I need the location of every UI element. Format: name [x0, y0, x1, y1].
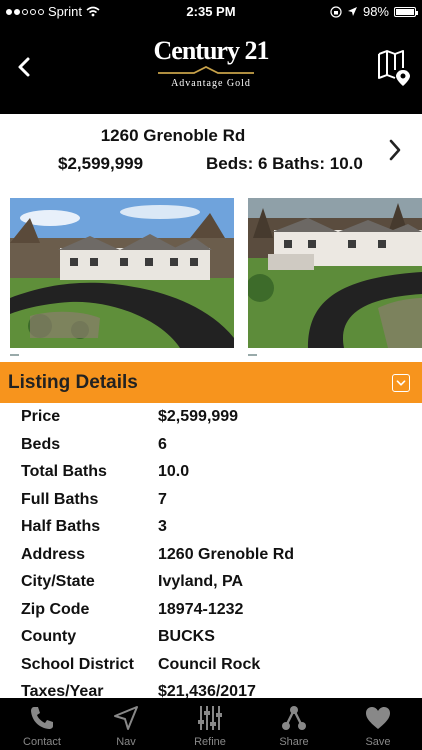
detail-label: Price — [21, 408, 61, 425]
back-chevron-icon[interactable] — [12, 50, 36, 84]
photo-2-indicator — [248, 354, 257, 356]
photo-carousel[interactable] — [0, 194, 422, 360]
next-chevron-icon[interactable] — [386, 136, 404, 164]
detail-value: BUCKS — [158, 628, 215, 645]
tab-share[interactable]: Share — [252, 698, 336, 750]
detail-row-zip: Zip Code 18974-1232 — [0, 596, 422, 623]
photo-1-indicator — [10, 354, 19, 356]
logo-subtitle: Advantage Gold — [171, 78, 251, 89]
sliders-icon — [198, 706, 222, 730]
detail-row-half-baths: Half Baths 3 — [0, 513, 422, 540]
detail-label: Zip Code — [21, 600, 90, 618]
detail-row-school-district: School District Council Rock — [0, 651, 422, 678]
detail-value: 10.0 — [158, 463, 190, 480]
tab-label: Save — [365, 736, 391, 748]
detail-label: Beds — [21, 435, 61, 453]
detail-value: $21,436/2017 — [158, 683, 256, 698]
detail-label: Taxes/Year — [21, 683, 104, 698]
tab-label: Nav — [116, 736, 136, 748]
detail-value: 6 — [158, 435, 167, 453]
listing-details-header[interactable]: Listing Details — [0, 362, 422, 403]
tab-refine[interactable]: Refine — [168, 698, 252, 750]
heart-icon — [366, 707, 390, 729]
detail-label: Total Baths — [21, 463, 107, 480]
status-right: 98% — [330, 4, 418, 19]
detail-value: 1260 Grenoble Rd — [158, 545, 295, 563]
tab-bar: Contact Nav Refine Share Save — [0, 698, 422, 750]
listing-header[interactable]: 1260 Grenoble Rd $2,599,999 Beds: 6 Bath… — [0, 114, 422, 194]
section-title: Listing Details — [8, 372, 138, 393]
detail-label: Address — [21, 545, 86, 563]
map-pin-icon[interactable] — [376, 48, 412, 88]
detail-label: County — [21, 628, 77, 645]
logo-brand: Century 21 — [153, 36, 270, 65]
nav-bar: Century 21 Advantage Gold — [0, 22, 422, 114]
detail-value: $2,599,999 — [158, 408, 239, 425]
listing-price: $2,599,999 — [58, 154, 144, 173]
tab-nav[interactable]: Nav — [84, 698, 168, 750]
listing-beds-baths: Beds: 6 Baths: 10.0 — [206, 154, 363, 173]
tab-contact[interactable]: Contact — [0, 698, 84, 750]
listing-photo-2[interactable] — [248, 198, 422, 348]
detail-label: School District — [21, 655, 134, 673]
detail-value: 18974-1232 — [158, 600, 244, 618]
detail-value: 3 — [158, 518, 167, 535]
listing-details-list: Price $2,599,999 Beds 6 Total Baths 10.0… — [0, 403, 422, 698]
detail-row-total-baths: Total Baths 10.0 — [0, 458, 422, 485]
detail-label: City/State — [21, 573, 95, 590]
detail-row-address: Address 1260 Grenoble Rd — [0, 541, 422, 568]
detail-row-full-baths: Full Baths 7 — [0, 486, 422, 513]
rotation-lock-icon — [330, 5, 342, 18]
detail-value: 7 — [158, 490, 167, 508]
detail-row-taxes: Taxes/Year $21,436/2017 — [0, 678, 422, 698]
tab-label: Share — [279, 736, 309, 748]
tab-save[interactable]: Save — [336, 698, 420, 750]
tab-label: Refine — [194, 736, 226, 748]
detail-label: Half Baths — [21, 518, 101, 535]
collapse-chevron-icon[interactable] — [392, 374, 410, 392]
location-arrow-icon — [347, 7, 357, 16]
logo-roof-icon — [158, 66, 254, 74]
phone-icon — [31, 707, 53, 729]
navigation-arrow-icon — [114, 706, 138, 730]
detail-row-beds: Beds 6 — [0, 431, 422, 458]
tab-label: Contact — [23, 736, 61, 748]
detail-row-price: Price $2,599,999 — [0, 403, 422, 430]
detail-value: Ivyland, PA — [158, 573, 244, 590]
battery-percent: 98% — [362, 4, 389, 19]
battery-icon — [394, 6, 418, 17]
share-icon — [282, 706, 306, 730]
listing-photo-1[interactable] — [10, 198, 234, 348]
detail-value: Council Rock — [158, 655, 261, 673]
detail-label: Full Baths — [21, 490, 99, 508]
status-bar: Sprint 2:35 PM 98% — [0, 0, 422, 22]
detail-row-city-state: City/State Ivyland, PA — [0, 568, 422, 595]
detail-row-county: County BUCKS — [0, 623, 422, 650]
century21-logo: Century 21 Advantage Gold — [150, 30, 272, 100]
listing-address: 1260 Grenoble Rd — [100, 126, 246, 145]
